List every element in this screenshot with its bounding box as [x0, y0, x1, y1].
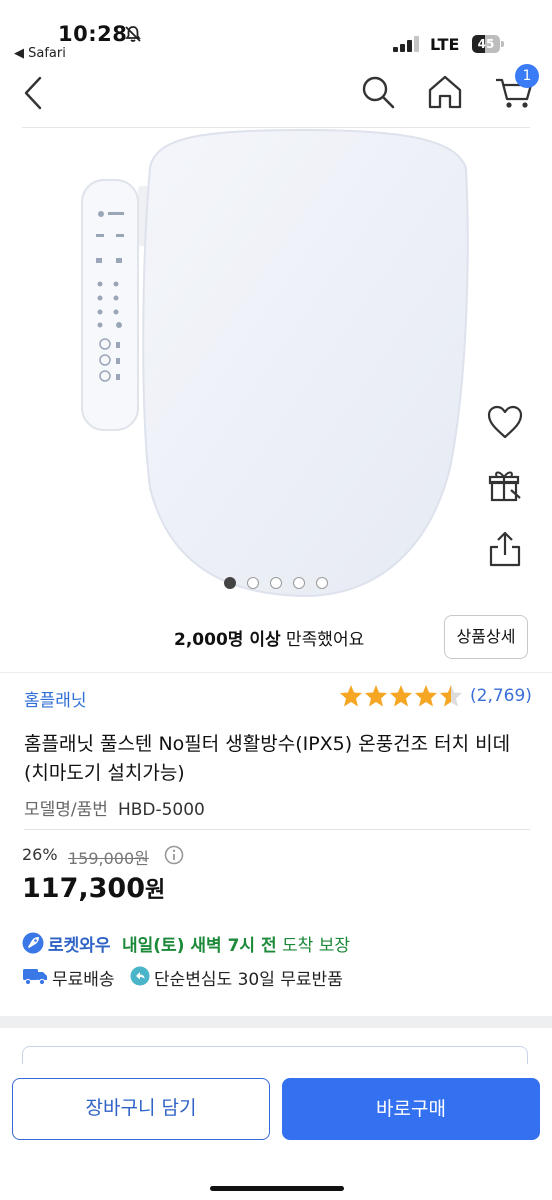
- satisfaction-suffix: 만족했어요: [280, 630, 365, 650]
- info-divider: [24, 829, 530, 830]
- share-icon[interactable]: [488, 530, 522, 568]
- bidet-illustration: [81, 128, 469, 598]
- product-image[interactable]: [0, 128, 552, 608]
- original-price: 159,000원: [68, 849, 149, 868]
- price-value: 117,300: [22, 873, 145, 904]
- gallery-dot[interactable]: [224, 577, 236, 589]
- rocket-icon: [22, 932, 44, 954]
- battery-level: 45: [477, 37, 495, 51]
- product-title: 홈플래닛 풀스텐 No필터 생활방수(IPX5) 온풍건조 터치 비데 (치마도…: [24, 733, 511, 784]
- half-star-icon: [440, 685, 462, 707]
- section-divider: [0, 672, 552, 673]
- return-icon: [130, 966, 150, 986]
- delivery-guarantee: 내일(토) 새벽 7시 전 도착 보장: [122, 931, 350, 956]
- model-value: HBD-5000: [117, 800, 205, 820]
- star-icon: [390, 685, 412, 707]
- model-info: 모델명/품번 HBD-5000: [24, 795, 205, 820]
- rocket-wow-label: 로켓와우: [48, 936, 111, 956]
- delivery-time: 내일(토) 새벽 7시 전: [122, 936, 277, 956]
- model-label: 모델명/품번: [24, 800, 108, 820]
- brand-link[interactable]: 홈플래닛: [24, 686, 87, 711]
- status-time: 10:28: [58, 22, 128, 46]
- discount-rate: 26%: [22, 845, 58, 864]
- back-to-safari[interactable]: ◀ Safari: [14, 46, 66, 61]
- product-detail-button[interactable]: 상품상세: [444, 615, 528, 659]
- gallery-dot[interactable]: [293, 577, 305, 589]
- gallery-dot[interactable]: [270, 577, 282, 589]
- free-shipping: 무료배송: [52, 970, 115, 990]
- star-icon: [365, 685, 387, 707]
- review-count[interactable]: (2,769): [470, 686, 532, 706]
- satisfaction-text: 2,000명 이상 만족했어요: [174, 625, 364, 650]
- price-unit: 원: [144, 878, 166, 903]
- section-separator: [0, 1016, 552, 1028]
- signal-icon: [393, 36, 419, 52]
- bell-muted-icon: [125, 26, 141, 42]
- free-return: 단순변심도 30일 무료반품: [154, 970, 343, 990]
- buy-now-button[interactable]: 바로구매: [282, 1078, 540, 1140]
- home-icon[interactable]: [426, 74, 464, 110]
- gallery-dot[interactable]: [247, 577, 259, 589]
- info-icon[interactable]: [164, 845, 184, 865]
- truck-icon: [23, 969, 47, 986]
- home-indicator: [210, 1186, 344, 1191]
- satisfaction-count: 2,000명 이상: [174, 630, 281, 650]
- battery-icon: 45: [472, 35, 504, 53]
- star-icon: [340, 685, 362, 707]
- heart-icon[interactable]: [486, 404, 524, 440]
- add-to-cart-button[interactable]: 장바구니 담기: [12, 1078, 270, 1140]
- rating-stars[interactable]: [339, 684, 465, 708]
- search-icon[interactable]: [360, 74, 396, 110]
- star-icon: [415, 685, 437, 707]
- cart-count-badge: 1: [515, 64, 539, 88]
- gallery-dot[interactable]: [316, 577, 328, 589]
- gallery-pagination: [224, 577, 334, 593]
- network-type: LTE: [430, 35, 460, 54]
- gift-icon[interactable]: [487, 468, 523, 504]
- chevron-left-icon[interactable]: [18, 74, 48, 112]
- sale-price: 117,300원: [22, 872, 165, 904]
- delivery-suffix: 도착 보장: [276, 936, 350, 956]
